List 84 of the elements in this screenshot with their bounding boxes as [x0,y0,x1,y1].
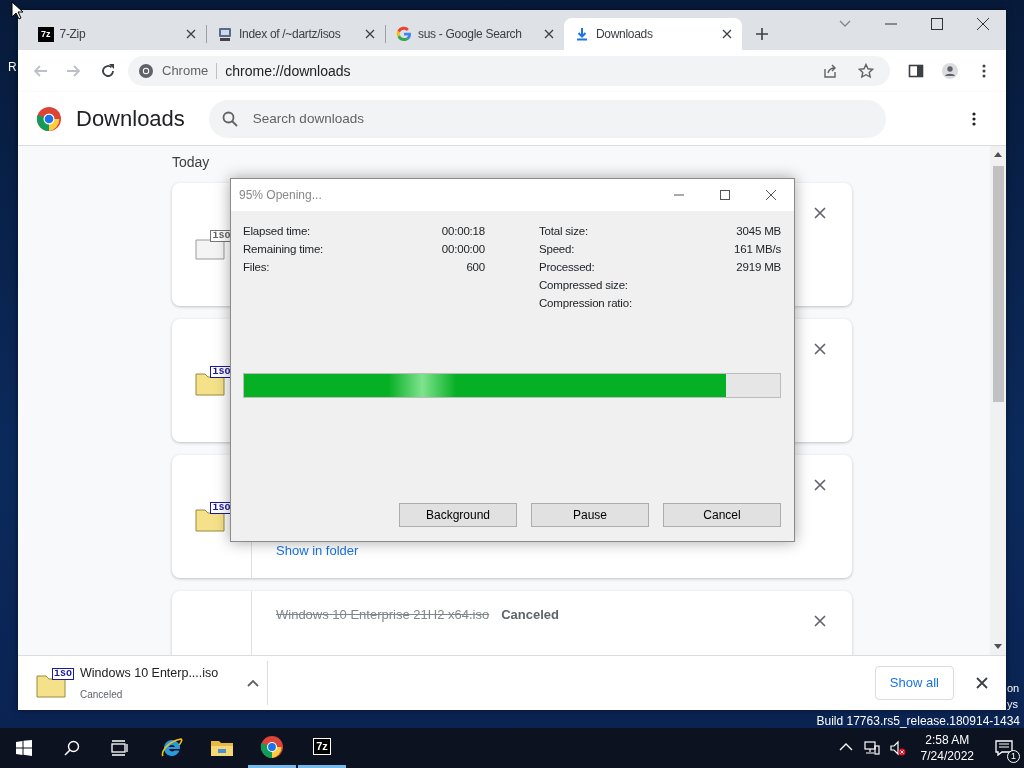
browser-tab[interactable]: Index of /~dartz/isos [207,18,385,50]
folder-icon [210,738,234,758]
search-icon [221,110,238,127]
browser-tab[interactable]: 7z 7-Zip [28,18,206,50]
stat-value: 00:00:00 [441,242,485,258]
stat-value: 3045 MB [736,224,781,240]
search-field[interactable]: Search downloads [208,99,886,138]
stat-label: Files: [243,260,270,276]
taskbar-app-button[interactable]: 7z [298,728,346,768]
close-icon [976,677,988,689]
status-text: Canceled [501,606,559,624]
reload-icon [100,63,116,79]
stat-label: Total size: [539,224,588,240]
desktop-text: ys [1007,697,1018,712]
site-chip-label: Chrome [162,62,209,81]
plus-icon [755,27,769,41]
stat-label: Remaining time: [243,242,324,258]
close-icon [976,17,990,31]
network-icon [862,740,881,756]
stat-value: 161 MB/s [734,242,781,258]
close-icon [814,207,826,219]
file-name: Windows 10 Enterprise 21H2 x64.iso [276,606,490,624]
search-icon [64,740,80,756]
scroll-up-icon [994,151,1002,157]
window-title: 95% Opening... [239,187,322,204]
cursor-icon [11,1,23,20]
scroll-down-icon [994,644,1002,650]
chrome-icon [260,734,284,759]
maximize-icon [930,17,944,31]
stat-value: 2919 MB [736,260,781,276]
chrome-logo-icon [36,105,62,132]
dialog-button[interactable]: Pause [531,503,649,527]
close-icon [814,479,826,491]
google-icon [396,26,412,42]
dialog-button[interactable]: Cancel [663,503,781,527]
sevenzip-logo-icon: 7z [313,738,331,755]
page-title: Downloads [76,105,185,133]
star-icon [858,63,874,79]
forward-arrow-icon [66,63,82,79]
build-text: Build 17763.rs5_release.180914-1434 [816,713,1020,730]
desktop-icon-label: R [8,59,17,76]
status-text: Canceled [80,687,124,702]
close-icon[interactable] [365,29,375,39]
show-all-button[interactable]: Show all [874,666,954,700]
url-text: chrome://downloads [225,61,351,81]
stat-label: Compression ratio: [539,296,632,312]
download-icon [574,26,590,42]
browser-tab[interactable]: Downloads [564,18,742,50]
stat-value: 600 [466,260,485,276]
desktop-text: on [1007,681,1020,696]
close-icon[interactable] [186,29,196,39]
muted-speaker-icon [888,740,907,756]
show-in-folder-link[interactable]: Show in folder [276,540,359,560]
stat-label: Compressed size: [539,278,628,294]
caret-icon [247,679,259,687]
side-panel-icon [908,63,924,79]
avatar-icon [942,63,958,79]
windows-logo-icon [16,740,32,756]
close-icon [814,343,826,355]
dialog-button[interactable]: Background [399,503,517,527]
stat-label: Processed: [539,260,595,276]
notification-button[interactable]: 1 [984,728,1024,768]
clock[interactable]: 2:58 AM 7/24/2022 [910,728,984,768]
close-icon[interactable] [544,29,554,39]
share-icon [822,63,838,79]
task-view-icon [111,740,129,756]
notification-count: 1 [1007,750,1020,763]
chrome-icon [138,63,154,79]
section-heading: Today [172,153,210,172]
notification-icon [995,740,1013,756]
stat-label: Speed: [539,242,575,258]
maximize-icon [720,190,730,200]
address-bar[interactable]: Chrome chrome://downloads [128,56,890,86]
browser-tab[interactable]: sus - Google Search [386,18,564,50]
file-name: Windows 10 Enterp....iso [80,665,220,683]
back-arrow-icon [32,63,48,79]
sevenzip-logo-icon: 7z [38,26,54,42]
close-icon [814,615,826,627]
close-icon[interactable] [722,29,732,39]
close-icon [766,190,776,200]
scrollbar[interactable] [990,146,1006,655]
computer-icon [217,26,233,42]
stat-value: 00:00:18 [441,224,485,240]
stat-label: Elapsed time: [243,224,311,240]
